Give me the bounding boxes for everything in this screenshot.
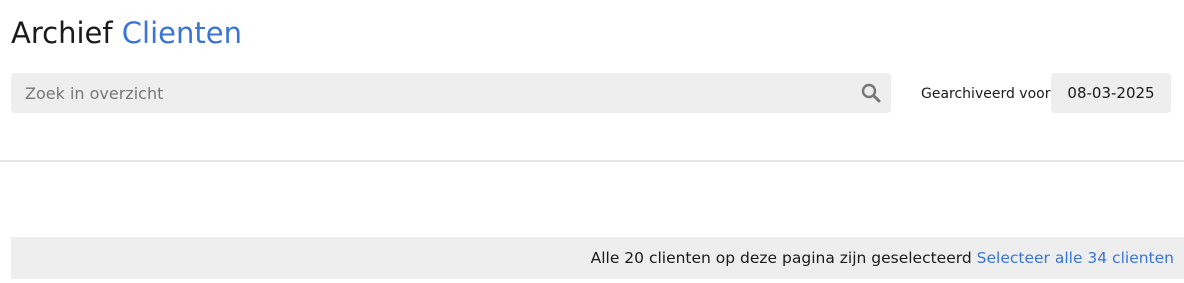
search-input[interactable]	[11, 73, 851, 113]
select-all-clients-link[interactable]: Selecteer alle 34 clienten	[977, 249, 1174, 267]
archived-before-label: Gearchiveerd voor	[921, 86, 1051, 102]
selection-banner: Alle 20 clienten op deze pagina zijn ges…	[11, 237, 1184, 279]
page-title: Archief Clienten	[11, 12, 242, 54]
divider	[0, 160, 1184, 162]
search-icon[interactable]	[861, 83, 881, 103]
search-box	[11, 73, 891, 113]
page-title-accent: Clienten	[121, 16, 242, 50]
page-title-main: Archief	[11, 16, 113, 50]
archived-date-field[interactable]: 08-03-2025	[1051, 73, 1171, 113]
selection-message: Alle 20 clienten op deze pagina zijn ges…	[590, 249, 972, 267]
